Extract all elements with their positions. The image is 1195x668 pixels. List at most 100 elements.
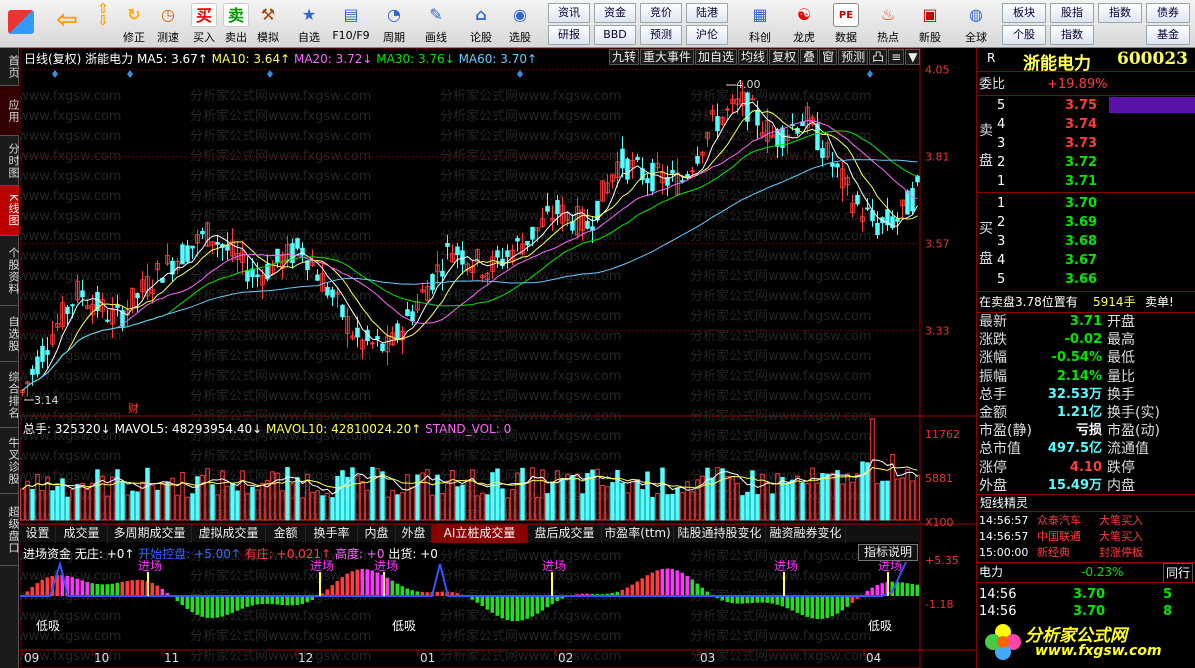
- zhaiquan-button[interactable]: 债券: [1146, 3, 1190, 23]
- fuquan-button[interactable]: 复权: [769, 49, 800, 65]
- draw-line-button[interactable]: ✎ 画线: [418, 2, 454, 46]
- volume-bar: [385, 496, 390, 521]
- tab-pe-ttm[interactable]: 市盈率(ttm): [602, 525, 674, 543]
- kechuang-button[interactable]: ▦ 科创: [742, 2, 778, 46]
- candle-body: [370, 342, 375, 345]
- back-button[interactable]: ⇦: [50, 2, 84, 46]
- nav-stock-info[interactable]: 个股资料: [0, 236, 20, 306]
- indicator-bar-up: [880, 583, 884, 596]
- major-events-button[interactable]: 重大事件: [640, 49, 695, 65]
- yanbao-button[interactable]: 研报: [548, 25, 590, 45]
- tab-multi-period-volume[interactable]: 多周期成交量: [108, 525, 192, 543]
- nav-watchlist[interactable]: 自选股: [0, 306, 20, 362]
- watermark-text: 分析家公式网www.fxgsw.com: [190, 568, 371, 584]
- zixuan-button[interactable]: ★ 自选: [292, 2, 326, 46]
- bbd-button[interactable]: BBD: [594, 25, 636, 45]
- global-button[interactable]: ◍ 全球: [956, 2, 996, 46]
- indicator-help-button[interactable]: 指标说明: [858, 544, 918, 561]
- overlay-button[interactable]: 叠: [800, 49, 819, 65]
- guzhi-button[interactable]: 股指: [1050, 3, 1094, 23]
- zijin-button[interactable]: 资金: [594, 3, 636, 23]
- dropdown-icon[interactable]: ▼: [905, 49, 921, 65]
- buy-icon: 买: [191, 3, 217, 27]
- tab-outer[interactable]: 外盘: [396, 525, 432, 543]
- hulun-button[interactable]: 沪伦: [686, 25, 728, 45]
- watermark-text: 分析家公式网www.fxgsw.com: [690, 648, 871, 664]
- xuangu-button[interactable]: ◉ 选股: [502, 2, 538, 46]
- tab-margin[interactable]: 融资融券变化: [766, 525, 846, 543]
- longhu-button[interactable]: ☯ 龙虎: [786, 2, 822, 46]
- nav-fenshi[interactable]: 分时图: [0, 136, 20, 186]
- indicator-bar-up: [700, 587, 704, 596]
- quote-value: 4.10: [1069, 459, 1102, 475]
- hot-button[interactable]: ♨ 热点: [870, 2, 906, 46]
- candle-body: [530, 226, 535, 240]
- short-stock: 中国联通: [1037, 530, 1081, 543]
- xiuzheng-button[interactable]: ↻ 修正: [118, 2, 150, 46]
- jingjia-button[interactable]: 竞价: [640, 3, 682, 23]
- menu-icon[interactable]: ≡: [888, 49, 905, 65]
- chart-canvas[interactable]: 分析家公式网www.fxgsw.com 分析家公式网www.fxgsw.com 分析…: [20, 48, 975, 668]
- zhishu-button[interactable]: 指数: [1050, 25, 1094, 45]
- tick-list: 14:56 3.70 5 14:56 3.70 8: [977, 582, 1195, 622]
- zhishu-top-button[interactable]: 指数: [1098, 3, 1142, 23]
- nav-kline[interactable]: K线图: [0, 186, 20, 236]
- nav-ranking[interactable]: 综合排名: [0, 362, 20, 428]
- lock-icon[interactable]: 凸: [869, 49, 888, 65]
- indicator-bar-down: [195, 596, 199, 615]
- cesu-button[interactable]: ◷ 测速: [152, 2, 184, 46]
- short-elf-title[interactable]: 短线精灵: [977, 494, 1195, 512]
- zixun-button[interactable]: 资讯: [548, 3, 590, 23]
- tick-row: 14:56 3.70 5: [977, 586, 1195, 604]
- tab-ai-volume[interactable]: AI立桩成交量: [432, 525, 528, 543]
- period-button[interactable]: ◔ 周期: [376, 2, 412, 46]
- lugang-button[interactable]: 陆港: [686, 3, 728, 23]
- volume-bar: [785, 482, 790, 521]
- buy-level-row: 2 3.69: [977, 214, 1195, 232]
- tab-turnover[interactable]: 换手率: [306, 525, 358, 543]
- tab-amount[interactable]: 金额: [266, 525, 306, 543]
- volume-bar: [155, 489, 160, 521]
- home-grid-button[interactable]: [4, 2, 38, 46]
- nav-apps[interactable]: 应用: [0, 86, 20, 136]
- nav-home[interactable]: 首页: [0, 48, 20, 86]
- jiuzhuan-button[interactable]: 九转: [609, 49, 640, 65]
- data-button[interactable]: PE 数据: [828, 2, 864, 46]
- simulate-button[interactable]: ⚒ 模拟: [252, 2, 284, 46]
- volume-bar: [150, 484, 155, 521]
- buy-button[interactable]: 买买入: [188, 2, 220, 46]
- add-watch-button[interactable]: 加自选: [695, 49, 738, 65]
- month-label: 11: [164, 651, 179, 665]
- indicator-bar-up: [345, 573, 349, 596]
- tab-virtual-volume[interactable]: 虚拟成交量: [192, 525, 266, 543]
- vol-total-label: 总手: 325320↓: [23, 422, 111, 436]
- peer-button[interactable]: 同行: [1163, 563, 1194, 583]
- tab-inner[interactable]: 内盘: [358, 525, 396, 543]
- jijin-button[interactable]: 基金: [1146, 25, 1190, 45]
- predict-button[interactable]: 预测: [838, 49, 869, 65]
- lungu-button[interactable]: ⌂ 论股: [464, 2, 498, 46]
- window-button[interactable]: 窗: [819, 49, 838, 65]
- watermark-text: 分析家公式网www.fxgsw.com: [440, 188, 621, 204]
- yuce-button[interactable]: 预测: [640, 25, 682, 45]
- indicator-bar-up: [335, 580, 339, 596]
- candle-body: [355, 327, 360, 338]
- gegu-button[interactable]: 个股: [1002, 25, 1046, 45]
- candle-body: [255, 274, 260, 278]
- indicator-bar-down: [190, 596, 194, 613]
- nav-updown-button[interactable]: ⇧ ⇩: [90, 2, 116, 46]
- bankuai-button[interactable]: 板块: [1002, 3, 1046, 23]
- sell-button[interactable]: 卖卖出: [220, 2, 252, 46]
- new-stock-button[interactable]: ▣ 新股: [912, 2, 948, 46]
- watermark-text: 分析家公式网www.fxgsw.com: [190, 388, 371, 404]
- tab-volume[interactable]: 成交量: [56, 525, 108, 543]
- watermark-text: 分析家公式网www.fxgsw.com: [190, 88, 371, 104]
- f10-button[interactable]: ▤ F10/F9: [330, 2, 372, 46]
- ma-button[interactable]: 均线: [738, 49, 769, 65]
- tab-hk-connect[interactable]: 陆股通持股变化: [674, 525, 766, 543]
- pe-icon: PE: [833, 3, 859, 27]
- tab-after-hours[interactable]: 盘后成交量: [528, 525, 602, 543]
- tab-settings[interactable]: 设置: [20, 525, 56, 543]
- nav-super-handicap[interactable]: 超级盘口: [0, 494, 20, 566]
- nav-diagnose[interactable]: 牛叉诊股: [0, 428, 20, 494]
